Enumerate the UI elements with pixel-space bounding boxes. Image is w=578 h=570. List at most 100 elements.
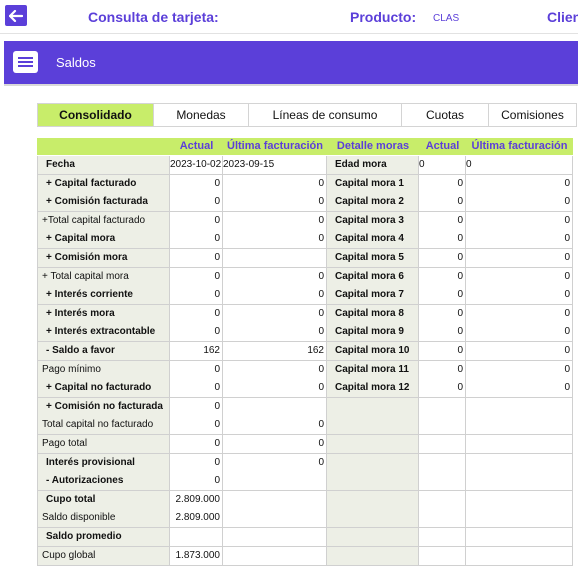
tab-monedas[interactable]: Monedas: [154, 103, 249, 127]
header-actual: Actual: [170, 138, 223, 155]
mora-empty-actual: [419, 547, 466, 566]
mora-row-label: Capital mora 5: [327, 249, 419, 268]
mora-row-ultima: 0: [466, 249, 573, 268]
balance-row-label: - Autorizaciones: [37, 472, 170, 491]
mora-row-ultima: 0: [466, 323, 573, 342]
mora-row-label: Capital mora 10: [327, 342, 419, 361]
mora-empty-label: [327, 528, 419, 547]
balance-row-ultima: 0: [223, 361, 327, 380]
balance-row-label: Interés provisional: [37, 454, 170, 473]
mora-empty-label: [327, 491, 419, 510]
balance-row-ultima: 0: [223, 212, 327, 231]
top-bar: Consulta de tarjeta: Producto: CLAS Clie…: [0, 0, 578, 34]
mora-row-ultima: 0: [466, 361, 573, 380]
list-card-icon: [13, 51, 38, 73]
balance-row-ultima: [223, 398, 327, 417]
balance-row-label: + Capital facturado: [37, 175, 170, 194]
balance-row-actual: 0: [170, 212, 223, 231]
balance-row-actual: 2.809.000: [170, 491, 223, 510]
tab-lineas-de-consumo[interactable]: Líneas de consumo: [249, 103, 402, 127]
mora-empty-label: [327, 416, 419, 435]
balance-row-label: Pago total: [37, 435, 170, 454]
balance-row-actual: 0: [170, 472, 223, 491]
mora-empty-ultima: [466, 528, 573, 547]
mora-row-ultima: 0: [466, 175, 573, 194]
balance-row-ultima: [223, 528, 327, 547]
mora-empty-label: [327, 547, 419, 566]
balance-row-label: + Interés corriente: [37, 286, 170, 305]
mora-empty-label: [327, 435, 419, 454]
balance-row-actual: 0: [170, 398, 223, 417]
mora-row-ultima: 0: [466, 342, 573, 361]
section-header: Saldos: [4, 41, 578, 84]
tab-consolidado[interactable]: Consolidado: [38, 103, 154, 127]
balance-row-label: - Saldo a favor: [37, 342, 170, 361]
mora-empty-actual: [419, 435, 466, 454]
balances-grid: Actual Última facturación Detalle moras Act…: [37, 138, 573, 566]
balance-row-label: Saldo disponible: [37, 509, 170, 528]
mora-empty-ultima: [466, 454, 573, 473]
mora-empty-actual: [419, 528, 466, 547]
balance-row-ultima: 162: [223, 342, 327, 361]
mora-empty-ultima: [466, 472, 573, 491]
header-ultima-facturacion-moras: Última facturación: [466, 138, 573, 155]
mora-row-ultima: 0: [466, 268, 573, 287]
balance-row-actual: 0: [170, 268, 223, 287]
balance-row-actual: 0: [170, 435, 223, 454]
product-value: CLAS: [433, 13, 460, 24]
balance-row-actual: 0: [170, 361, 223, 380]
back-button[interactable]: [5, 5, 27, 26]
tab-cuotas[interactable]: Cuotas: [402, 103, 489, 127]
section-title: Saldos: [56, 55, 96, 70]
mora-empty-label: [327, 454, 419, 473]
mora-empty-label: [327, 398, 419, 417]
mora-empty-ultima: [466, 509, 573, 528]
mora-row-actual: 0: [419, 379, 466, 398]
header-ultima-facturacion: Última facturación: [223, 138, 327, 155]
mora-row-label: Capital mora 9: [327, 323, 419, 342]
mora-row-ultima: 0: [466, 230, 573, 249]
header-blank: [37, 138, 170, 155]
mora-row-actual: 0: [419, 268, 466, 287]
balance-row-ultima: [223, 472, 327, 491]
mora-row-actual: 0: [419, 230, 466, 249]
mora-empty-actual: [419, 454, 466, 473]
mora-empty-label: [327, 509, 419, 528]
mora-empty-ultima: [466, 547, 573, 566]
mora-row-label: Capital mora 7: [327, 286, 419, 305]
client-label: Clien: [547, 9, 578, 25]
balance-row-label: + Comisión facturada: [37, 193, 170, 212]
balance-row-label: + Interés mora: [37, 305, 170, 324]
tab-comisiones[interactable]: Comisiones: [489, 103, 577, 127]
balance-row-label: Pago mínimo: [37, 361, 170, 380]
balance-row-actual: 0: [170, 379, 223, 398]
mora-empty-label: [327, 472, 419, 491]
mora-row-label: Capital mora 1: [327, 175, 419, 194]
mora-row-ultima: 0: [466, 212, 573, 231]
balance-row-ultima: [223, 249, 327, 268]
balance-row-ultima: 0: [223, 323, 327, 342]
balance-row-ultima: 0: [223, 230, 327, 249]
mora-empty-ultima: [466, 416, 573, 435]
balance-row-ultima: 0: [223, 193, 327, 212]
mora-row-label: Capital mora 6: [327, 268, 419, 287]
balance-row-label: + Capital no facturado: [37, 379, 170, 398]
mora-row-label: Capital mora 8: [327, 305, 419, 324]
mora-row-actual: 0: [419, 342, 466, 361]
balance-row-ultima: 0: [223, 435, 327, 454]
balance-row-label: Saldo promedio: [37, 528, 170, 547]
balance-row-ultima: [223, 547, 327, 566]
balance-row-actual: 0: [170, 323, 223, 342]
mora-row-label: Capital mora 2: [327, 193, 419, 212]
mora-empty-ultima: [466, 398, 573, 417]
balance-row-ultima: 0: [223, 416, 327, 435]
balance-row-actual: 1.873.000: [170, 547, 223, 566]
mora-empty-actual: [419, 398, 466, 417]
mora-row-actual: 0: [419, 305, 466, 324]
mora-row-ultima: 0: [466, 286, 573, 305]
top-divider: [0, 33, 578, 34]
header-actual-moras: Actual: [419, 138, 466, 155]
balance-row-ultima: [223, 491, 327, 510]
mora-row-actual: 0: [419, 361, 466, 380]
header-detalle-moras: Detalle moras: [327, 138, 419, 155]
